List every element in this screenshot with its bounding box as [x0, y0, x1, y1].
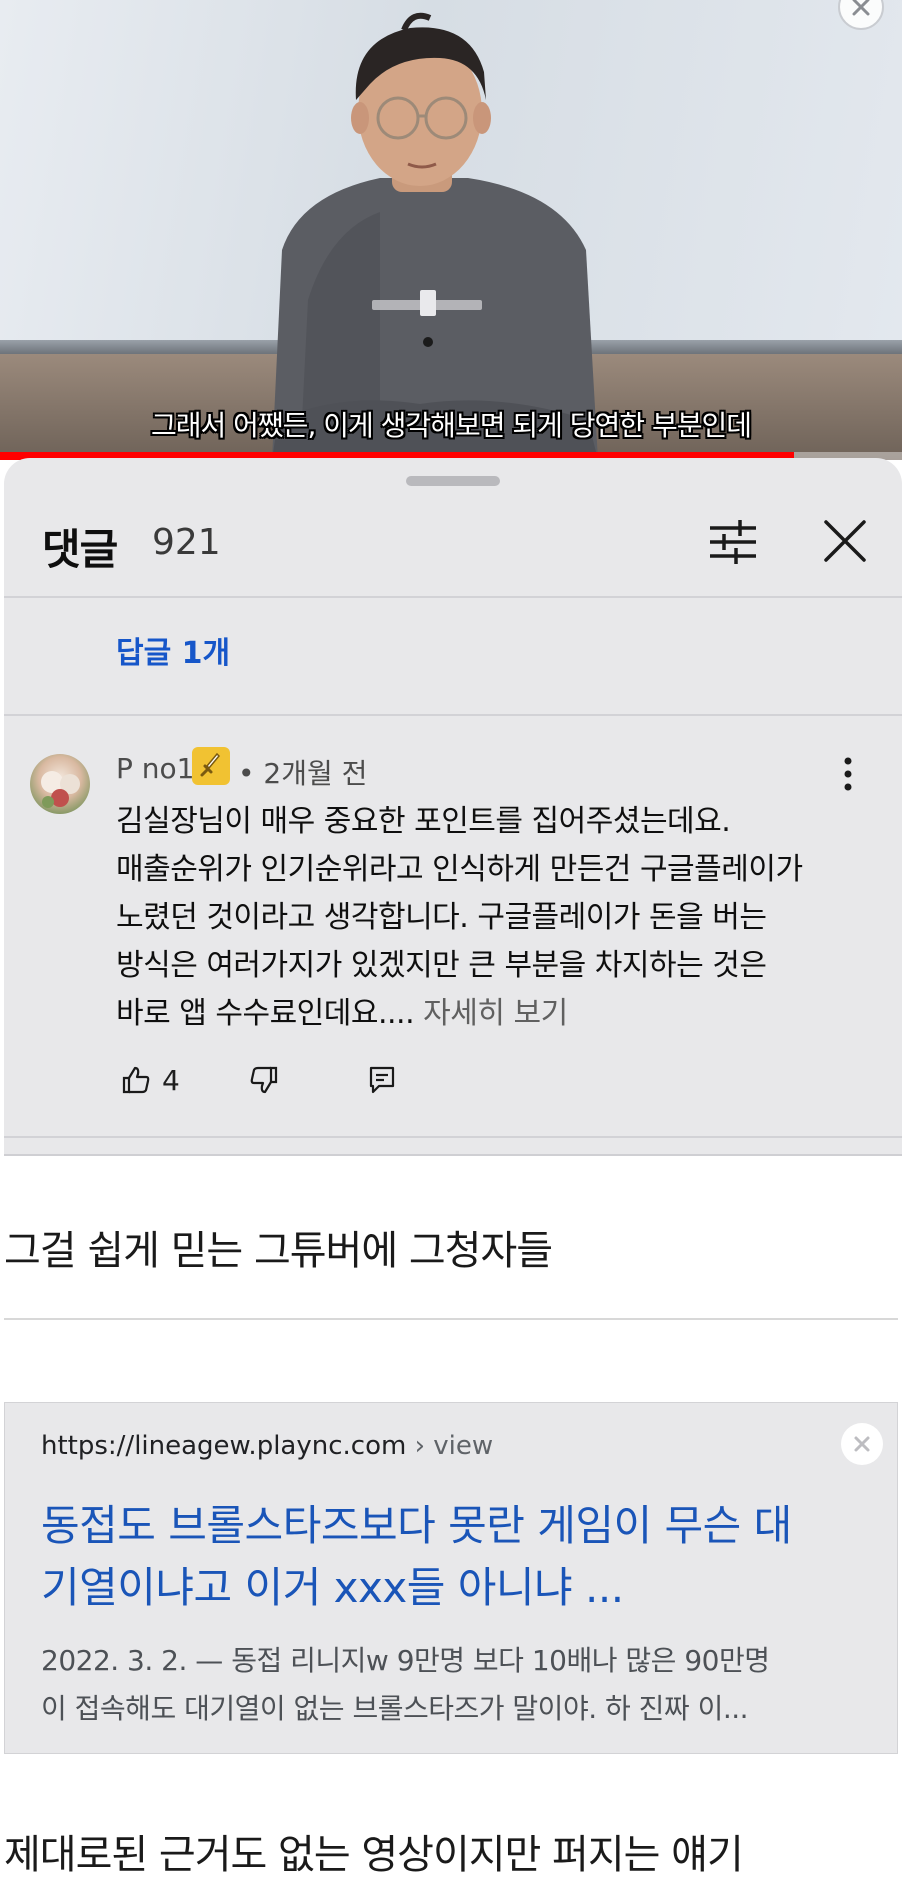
result-close-button[interactable]: [841, 1423, 883, 1465]
result-snippet: 2022. 3. 2. — 동접 리니지w 9만명 보다 10배나 많은 90만…: [41, 1637, 871, 1733]
comment-line: 노렸던 것이라고 생각합니다. 구글플레이가 돈을 버는: [116, 900, 767, 935]
result-snippet-line: 이 접속해도 대기열이 없는 브롤스타즈가 말이야. 하 진짜 이...: [41, 1692, 749, 1725]
search-result-card[interactable]: https://lineagew.plaync.com › view 동접도 브…: [4, 1402, 898, 1754]
comment-time: • 2개월 전: [238, 757, 368, 790]
comments-title: 댓글: [42, 525, 118, 574]
result-title-line: 기열이냐고 이거 xxx들 아니냐 ...: [41, 1563, 624, 1612]
divider: [4, 596, 902, 598]
close-icon: [854, 1436, 870, 1452]
divider: [4, 714, 902, 716]
video-player[interactable]: 그래서 어쨌든, 이게 생각해보면 되게 당연한 부분인데: [0, 0, 902, 460]
like-count: 4: [162, 1063, 180, 1097]
video-subtitle: 그래서 어쨌든, 이게 생각해보면 되게 당연한 부분인데: [150, 409, 752, 442]
avatar[interactable]: [30, 754, 90, 814]
member-badge: [192, 747, 230, 785]
post-caption: 제대로된 근거도 없는 영상이지만 퍼지는 얘기: [4, 1832, 744, 1878]
comment-menu-button[interactable]: [840, 754, 856, 794]
result-url[interactable]: https://lineagew.plaync.com › view: [41, 1431, 493, 1461]
result-domain: https://lineagew.plaync.com: [41, 1431, 407, 1461]
like-button[interactable]: 4: [120, 1058, 180, 1102]
comment-line: 김실장님이 매우 중요한 포인트를 집어주셨는데요.: [116, 804, 731, 839]
comment-reply-icon: [369, 1066, 395, 1094]
result-breadcrumb: › view: [414, 1431, 494, 1461]
comment-line-last: 바로 앱 수수료인데요.... 자세히 보기: [116, 990, 876, 1038]
replies-link[interactable]: 답글 1개: [116, 628, 230, 672]
reply-button[interactable]: [366, 1058, 398, 1102]
more-vertical-icon: [844, 757, 852, 791]
result-title-line: 동접도 브롤스타즈보다 못란 게임이 무슨 대: [41, 1501, 792, 1550]
result-title-link[interactable]: 동접도 브롤스타즈보다 못란 게임이 무슨 대 기열이냐고 이거 xxx들 아니…: [41, 1495, 871, 1619]
read-more-link[interactable]: 자세히 보기: [423, 996, 568, 1031]
drag-handle[interactable]: [406, 476, 500, 486]
comment-line: 매출순위가 인기순위라고 인식하게 만든건 구글플레이가: [116, 852, 803, 887]
close-icon: [824, 520, 866, 562]
comments-close-button[interactable]: [818, 514, 872, 568]
divider: [4, 1136, 902, 1138]
comments-count: 921: [152, 522, 221, 563]
avatar-image: [41, 771, 80, 808]
close-icon: [852, 0, 870, 16]
post-caption: 그걸 쉽게 믿는 그튜버에 그청자들: [4, 1228, 553, 1274]
divider: [4, 1318, 898, 1320]
thumbs-down-icon: [250, 1066, 278, 1094]
comment-author[interactable]: P no1: [116, 752, 194, 785]
comment-line: 바로 앱 수수료인데요....: [116, 996, 415, 1031]
dislike-button[interactable]: [248, 1058, 280, 1102]
comment-line: 방식은 여러가지가 있겠지만 큰 부분을 차지하는 것은: [116, 948, 767, 983]
comments-sheet: 댓글 921 답글 1개 P no1 • 2개월 전 김실장님이 매우 중요한 …: [4, 458, 902, 1156]
sliders-icon: [710, 520, 756, 564]
comment-body: 김실장님이 매우 중요한 포인트를 집어주셨는데요. 매출순위가 인기순위라고 …: [116, 798, 876, 1038]
result-snippet-line: 2022. 3. 2. — 동접 리니지w 9만명 보다 10배나 많은 90만…: [41, 1644, 770, 1677]
sort-filter-button[interactable]: [704, 516, 762, 568]
thumbs-up-icon: [122, 1066, 150, 1094]
sword-icon: [200, 752, 221, 777]
speaker-image: [272, 12, 598, 460]
